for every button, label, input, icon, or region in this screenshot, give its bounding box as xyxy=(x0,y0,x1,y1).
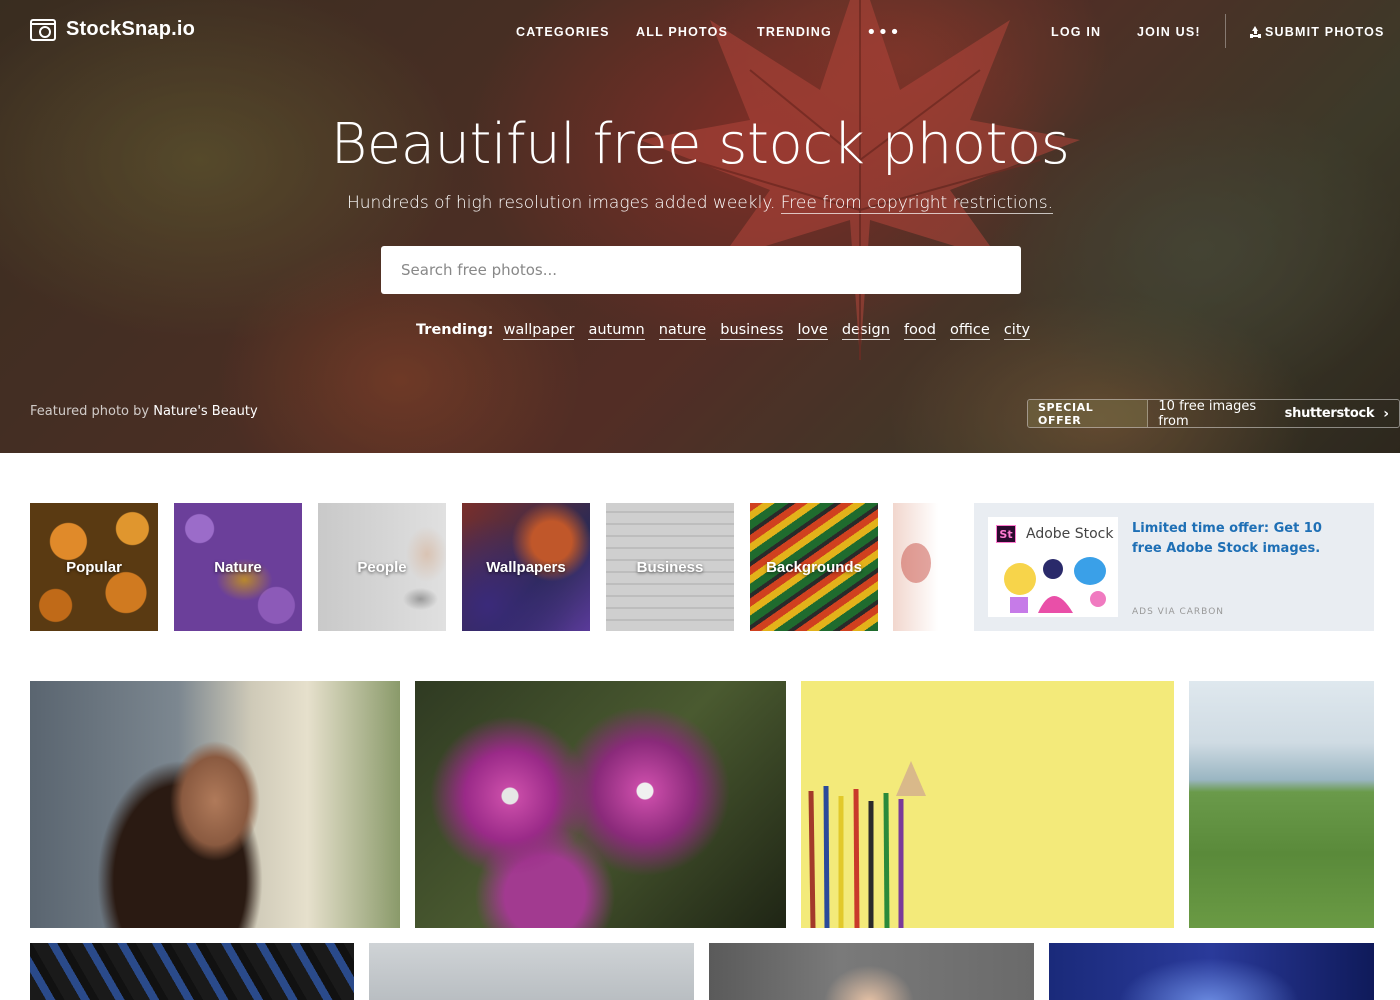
photo-green-hills[interactable] xyxy=(1189,681,1374,928)
nav-join[interactable]: JOIN US! xyxy=(1137,25,1201,39)
nav-divider xyxy=(1225,14,1226,48)
nav-all-photos[interactable]: ALL PHOTOS xyxy=(636,25,728,39)
trending-tag-wallpaper[interactable]: wallpaper xyxy=(503,322,575,340)
site-logo[interactable]: StockSnap.io xyxy=(30,18,195,41)
special-offer-text: 10 free images from xyxy=(1158,399,1257,428)
special-offer-link[interactable]: 10 free images from shutterstock › xyxy=(1148,400,1399,427)
category-people[interactable]: People xyxy=(318,503,446,631)
hero-subtitle: Hundreds of high resolution images added… xyxy=(0,193,1400,214)
category-popular[interactable]: Popular xyxy=(30,503,158,631)
category-label: Nature xyxy=(214,558,262,576)
category-label: People xyxy=(357,558,407,576)
hero-subtitle-text: Hundreds of high resolution images added… xyxy=(346,193,776,213)
photo-purple-flowers[interactable] xyxy=(415,681,786,928)
site-name: StockSnap.io xyxy=(66,18,196,40)
special-offer-badge: SPECIAL OFFER xyxy=(1028,400,1149,427)
nav-categories[interactable]: CATEGORIES xyxy=(516,25,610,39)
featured-author-link[interactable]: Nature's Beauty xyxy=(153,404,257,419)
adobe-stock-icon: St xyxy=(996,525,1016,543)
ad-copy-link[interactable]: Limited time offer: Get 10 free Adobe St… xyxy=(1132,519,1352,559)
carbon-ad: St Adobe Stock Limited time offer: Get 1… xyxy=(974,503,1374,631)
ad-illustration xyxy=(1004,557,1106,613)
search-input[interactable] xyxy=(381,246,961,294)
ad-image[interactable]: St Adobe Stock xyxy=(988,517,1118,617)
category-label: Wallpapers xyxy=(486,558,566,576)
photo-woman-street[interactable] xyxy=(30,681,400,928)
nav-submit-photos[interactable]: SUBMIT PHOTOS xyxy=(1250,25,1385,39)
category-overflow-fade[interactable] xyxy=(893,503,938,631)
special-offer-banner[interactable]: SPECIAL OFFER 10 free images from shutte… xyxy=(1027,399,1400,428)
photo-grey-portrait[interactable] xyxy=(369,943,694,1000)
category-nature[interactable]: Nature xyxy=(174,503,302,631)
featured-credit: Featured photo by Nature's Beauty xyxy=(30,404,258,419)
ad-brand: Adobe Stock xyxy=(1026,526,1114,542)
photo-blue-abstract[interactable] xyxy=(1049,943,1374,1000)
upload-icon xyxy=(1250,26,1261,37)
camera-icon xyxy=(30,18,56,41)
category-backgrounds[interactable]: Backgrounds xyxy=(750,503,878,631)
chevron-right-icon: › xyxy=(1383,405,1389,422)
category-label: Backgrounds xyxy=(766,558,862,576)
hero-banner: StockSnap.io CATEGORIES ALL PHOTOS TREND… xyxy=(0,0,1400,453)
featured-prefix: Featured photo by xyxy=(30,404,150,419)
shutterstock-logo: shutterstock xyxy=(1284,406,1375,421)
category-wallpapers[interactable]: Wallpapers xyxy=(462,503,590,631)
category-label: Popular xyxy=(66,558,122,576)
nav-login[interactable]: LOG IN xyxy=(1051,25,1101,39)
nav-trending[interactable]: TRENDING xyxy=(757,25,832,39)
ads-via-carbon-link[interactable]: ADS VIA CARBON xyxy=(1132,607,1224,617)
photo-paintbrushes[interactable] xyxy=(801,681,1174,928)
photo-man-portrait[interactable] xyxy=(709,943,1034,1000)
trending-label: Trending: xyxy=(416,322,494,338)
paintbrushes-illustration xyxy=(808,761,926,928)
nav-submit-label: SUBMIT PHOTOS xyxy=(1265,25,1385,39)
photo-circuit-board[interactable] xyxy=(30,943,354,1000)
category-label: Business xyxy=(636,558,704,576)
nav-more-menu[interactable]: ••• xyxy=(866,22,901,43)
copyright-link[interactable]: Free from copyright restrictions. xyxy=(780,193,1054,214)
top-nav: StockSnap.io CATEGORIES ALL PHOTOS TREND… xyxy=(0,0,1400,66)
search-bar xyxy=(381,246,1021,294)
hero-title: Beautiful free stock photos xyxy=(330,112,1070,177)
category-business[interactable]: Business xyxy=(606,503,734,631)
